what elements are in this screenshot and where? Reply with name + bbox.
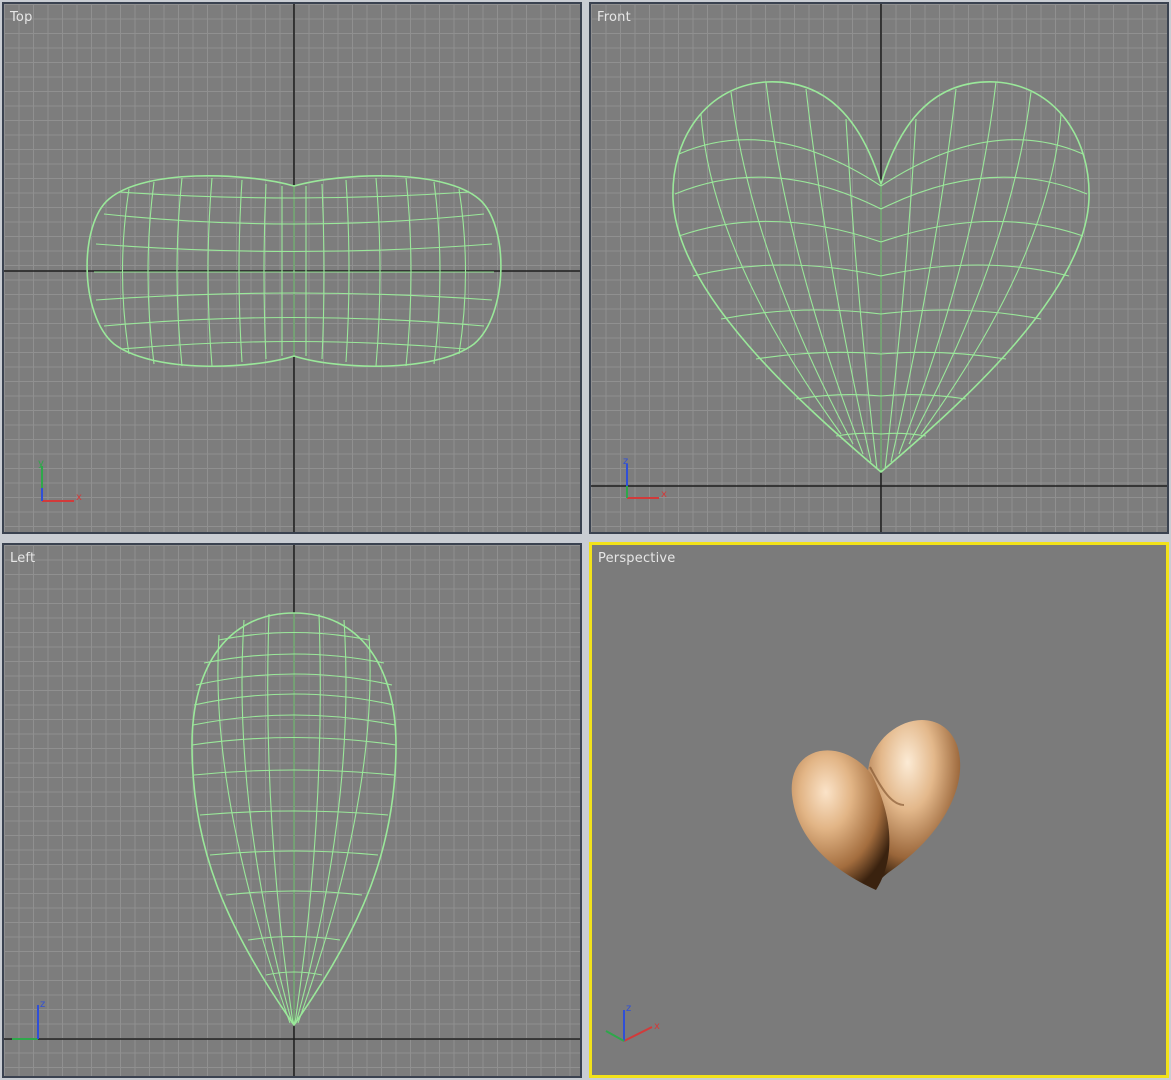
front-view-canvas: x z xyxy=(591,4,1167,532)
heart-wireframe-left xyxy=(191,612,397,1027)
gizmo-x-label-perspective: x xyxy=(654,1021,660,1032)
axis-gizmo-left xyxy=(12,1005,39,1040)
gizmo-x-label-front: x xyxy=(661,489,667,500)
viewport-left[interactable]: Left z xyxy=(2,543,582,1078)
left-view-canvas: z xyxy=(4,545,580,1076)
gizmo-z-label-left: z xyxy=(40,999,45,1010)
gizmo-z-label-perspective: z xyxy=(626,1003,631,1014)
perspective-view-canvas: x z xyxy=(605,719,961,1042)
gizmo-y-label-top: y xyxy=(38,458,44,469)
gizmo-x-label-top: x xyxy=(76,492,82,503)
axis-gizmo-perspective xyxy=(605,1010,653,1042)
axis-gizmo-top xyxy=(41,466,74,502)
viewport-top[interactable]: Top x y xyxy=(2,2,582,534)
gizmo-z-label-front: z xyxy=(623,456,628,467)
heart-model-shaded[interactable] xyxy=(791,719,961,890)
viewport-perspective[interactable]: Perspective x z xyxy=(589,542,1169,1078)
top-view-canvas: x y xyxy=(4,4,580,532)
viewport-front[interactable]: Front x z xyxy=(589,2,1169,534)
axis-gizmo-front xyxy=(626,464,659,499)
